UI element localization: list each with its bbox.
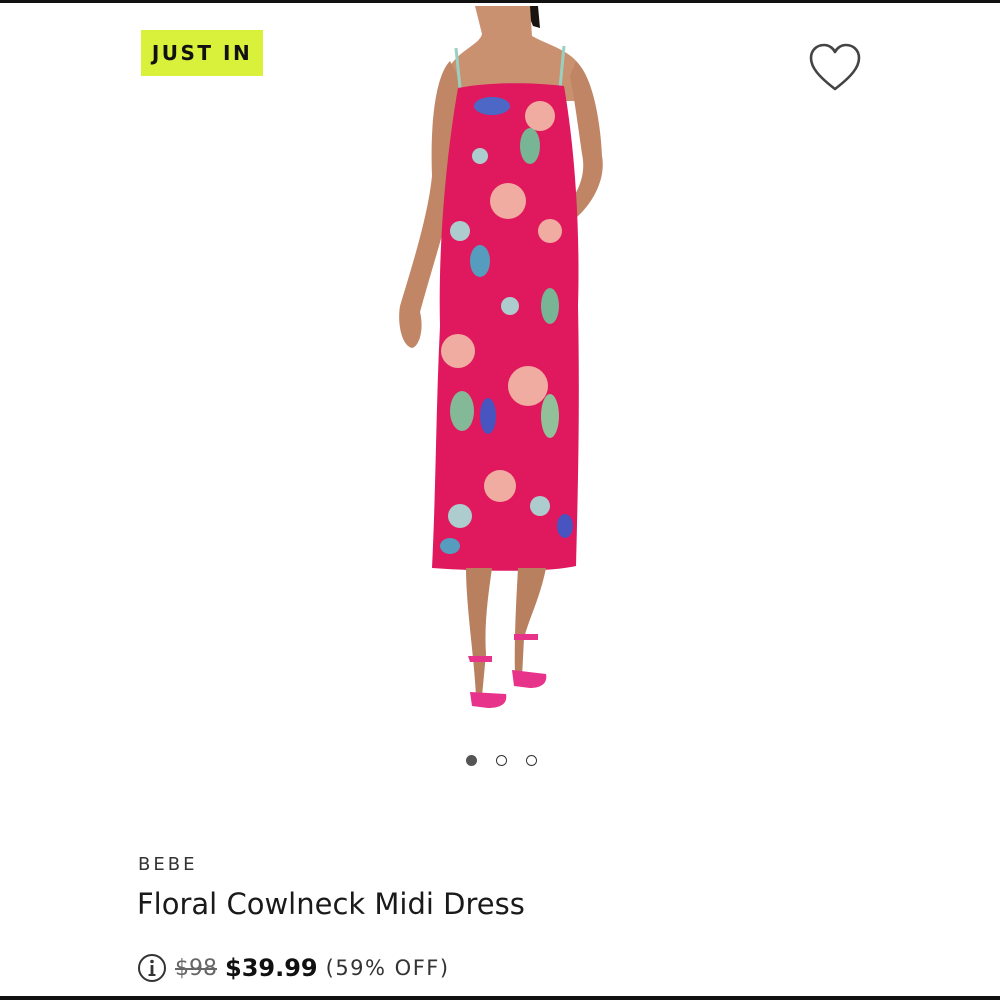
sale-price: $39.99 xyxy=(225,954,318,982)
carousel-dot[interactable] xyxy=(496,755,507,766)
discount-label: (59% OFF) xyxy=(325,956,450,980)
carousel-dot[interactable] xyxy=(526,755,537,766)
product-title: Floral Cowlneck Midi Dress xyxy=(137,887,525,921)
carousel-indicator xyxy=(466,755,537,766)
just-in-badge: JUST IN xyxy=(141,30,263,76)
info-icon[interactable] xyxy=(137,953,167,983)
carousel-dot[interactable] xyxy=(466,755,477,766)
product-image[interactable] xyxy=(380,6,650,718)
price-row: $98 $39.99 (59% OFF) xyxy=(137,953,450,983)
brand-name[interactable]: BEBE xyxy=(138,854,197,875)
heart-icon[interactable] xyxy=(808,43,862,93)
product-card: JUST IN BEBE Floral Cowlneck Midi Dress … xyxy=(0,0,1000,1000)
original-price: $98 xyxy=(175,955,217,981)
